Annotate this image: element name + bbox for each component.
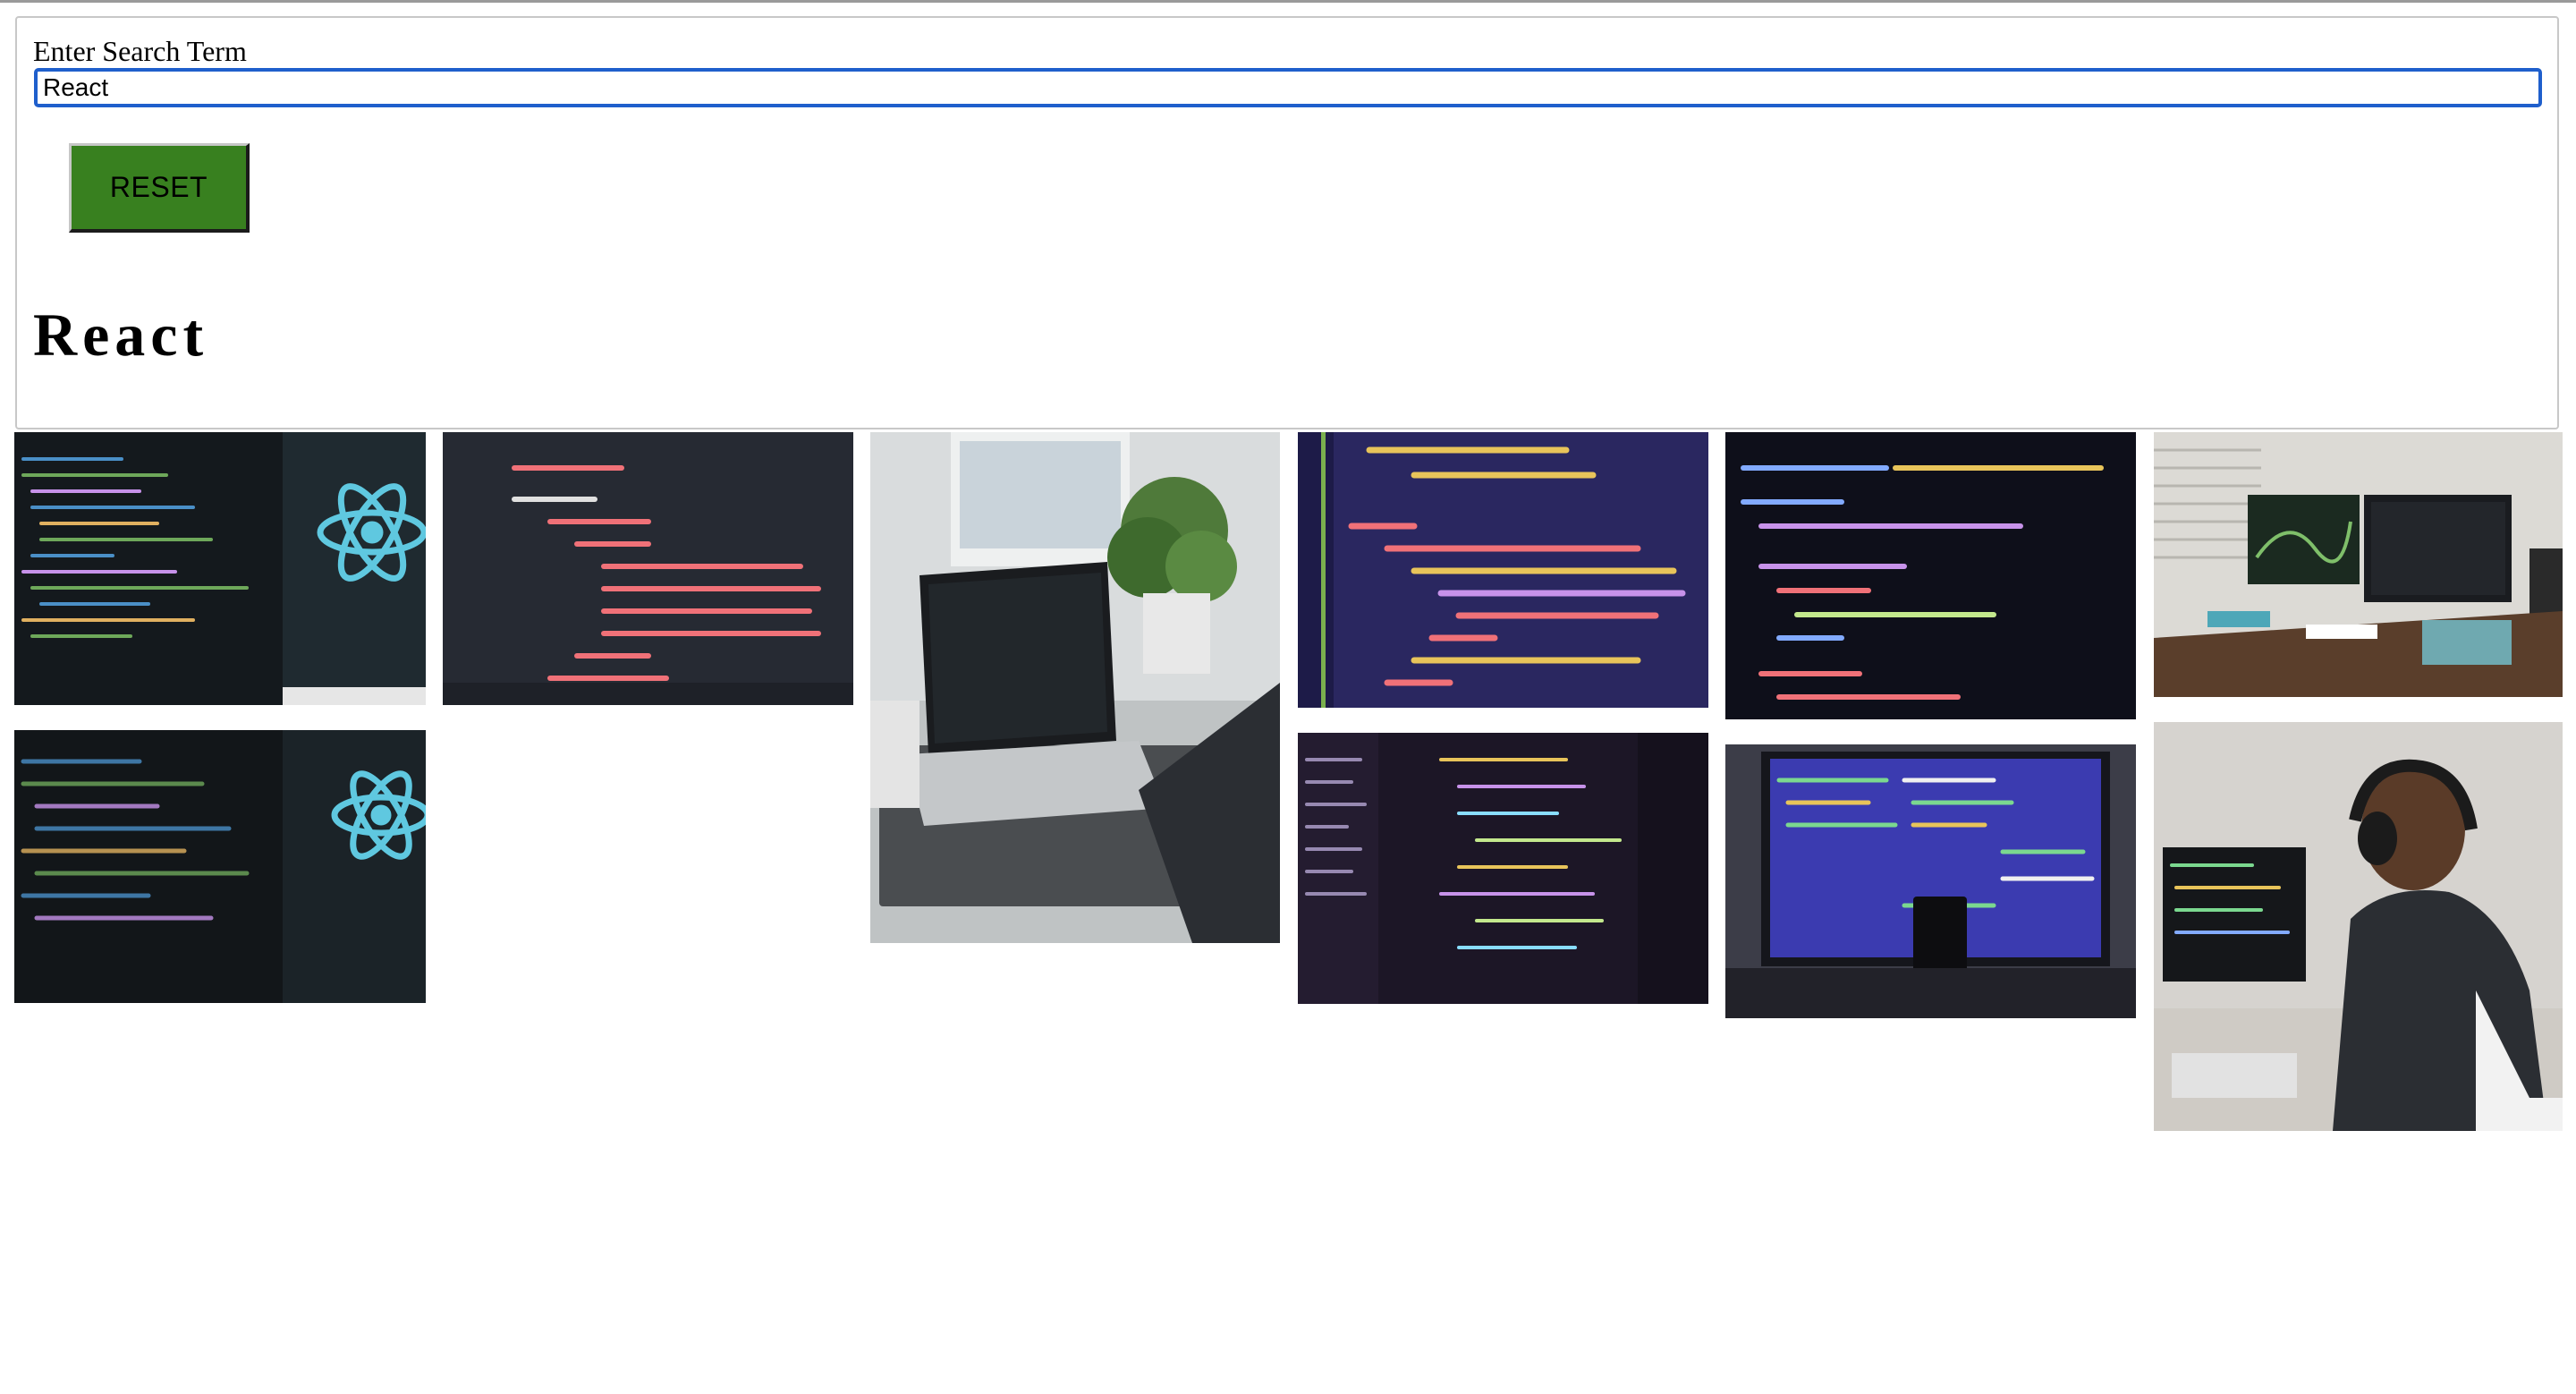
image-developer-headphones[interactable] xyxy=(2154,722,2563,1131)
image-monitor-mug[interactable] xyxy=(1725,744,2136,1018)
search-input[interactable] xyxy=(34,68,2542,107)
image-laptop-plant-desk[interactable] xyxy=(870,432,1280,943)
image-use-effect-code[interactable] xyxy=(1725,432,2136,719)
image-dark-editor-sidebar[interactable] xyxy=(1298,733,1708,1004)
search-label: Enter Search Term xyxy=(33,35,247,67)
top-divider xyxy=(0,0,2576,3)
image-react-logo-editor-2[interactable] xyxy=(14,730,426,1003)
image-dual-monitor-desk[interactable] xyxy=(2154,432,2563,697)
image-react-router-code[interactable] xyxy=(443,432,853,705)
results-heading: React xyxy=(33,301,209,369)
reset-button[interactable]: RESET xyxy=(69,143,250,233)
image-progress-button-code[interactable] xyxy=(1298,432,1708,708)
image-react-logo-editor[interactable] xyxy=(14,432,426,705)
